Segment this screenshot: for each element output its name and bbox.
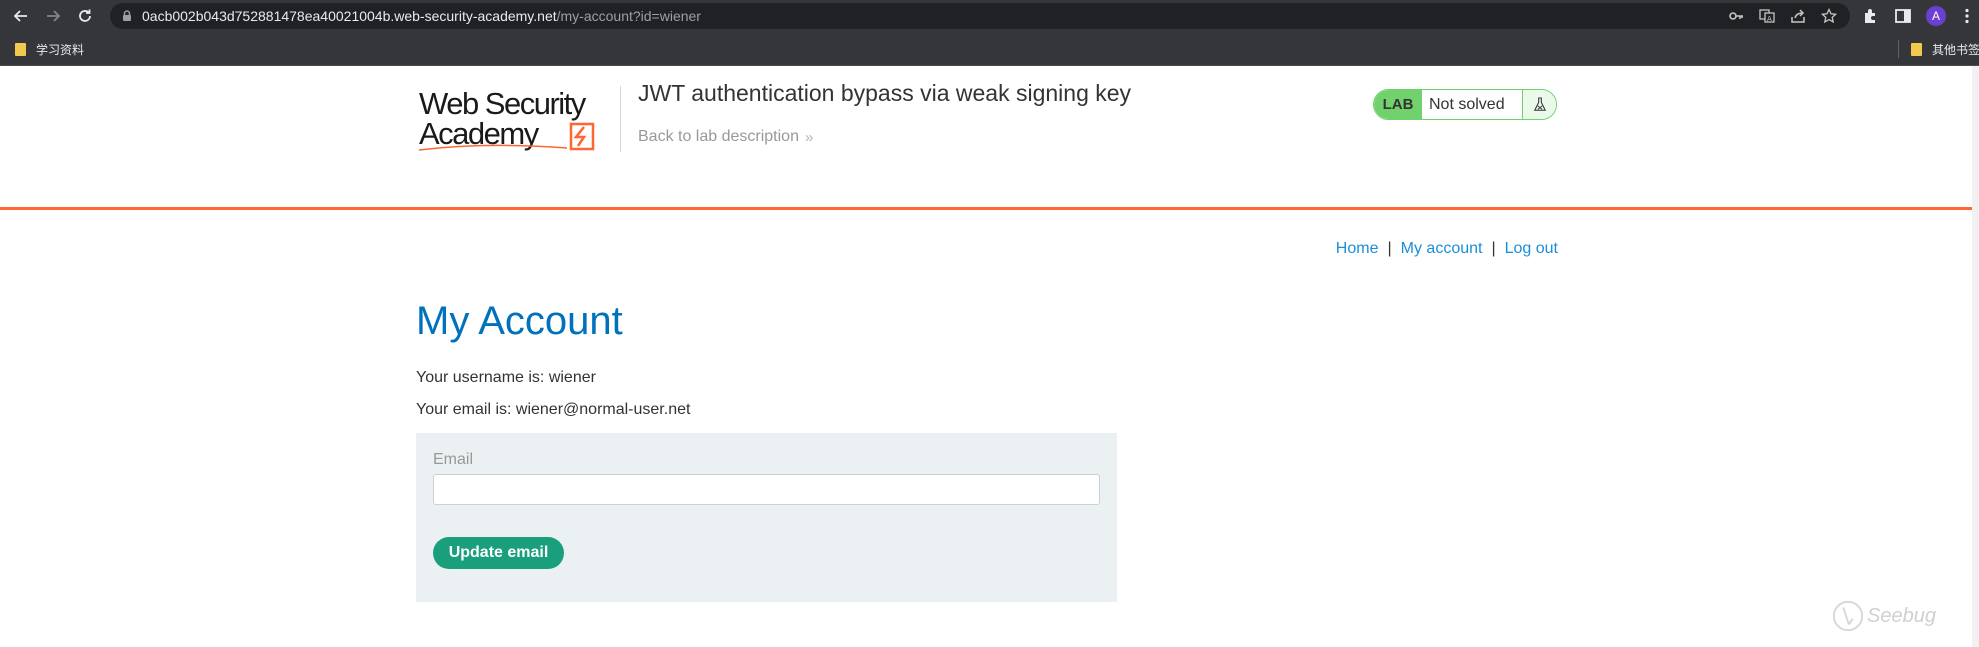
avatar-letter: A [1931,9,1940,23]
back-link-label: Back to lab description [638,128,799,145]
email-info: Your email is: wiener@normal-user.net [416,401,691,418]
key-icon[interactable] [1728,8,1744,24]
watermark-text: Seebug [1867,604,1936,627]
nav-home-link[interactable]: Home [1336,240,1379,257]
url-host: 0acb002b043d752881478ea40021004b.web-sec… [142,8,557,24]
side-panel-icon[interactable] [1894,7,1912,25]
url-path: /my-account?id=wiener [556,8,701,24]
bookmark-folder-other[interactable]: 其他书签 [1911,40,1979,58]
lock-icon[interactable] [120,9,134,23]
nav-separator: | [1387,240,1392,257]
svg-text:A: A [1767,15,1772,23]
menu-kebab-icon[interactable] [1958,7,1976,25]
seebug-logo-icon [1832,600,1864,632]
folder-icon [1911,42,1922,56]
profile-avatar[interactable]: A [1926,6,1946,26]
share-icon[interactable] [1790,8,1806,24]
email-field-label: Email [433,451,474,468]
address-bar[interactable]: 0acb002b043d752881478ea40021004b.web-sec… [110,3,1850,29]
lab-status-badge: LAB Not solved [1373,89,1557,120]
seebug-watermark: Seebug [1831,598,1936,634]
star-icon[interactable] [1820,7,1838,24]
header-divider [620,86,621,152]
page-scrollbar[interactable] [1972,66,1979,647]
top-navigation: Home | My account | Log out [1320,240,1558,258]
page-content: Web Security Academy JWT authentication … [0,66,1979,647]
lab-title: JWT authentication bypass via weak signi… [638,80,1132,106]
bookmark-divider [1898,40,1899,58]
forward-arrow-icon[interactable] [41,4,65,28]
nav-separator: | [1491,240,1496,257]
nav-log-out-link[interactable]: Log out [1505,240,1558,257]
bookmark-label: 其他书签 [1932,42,1979,57]
bookmarks-bar: 学习资料 其他书签 [0,32,1979,66]
bookmark-folder-study[interactable]: 学习资料 [15,40,84,58]
flask-icon [1522,90,1556,119]
folder-icon [15,42,26,56]
lab-header: Web Security Academy JWT authentication … [0,66,1979,210]
email-input[interactable] [433,474,1100,505]
nav-my-account-link[interactable]: My account [1401,240,1483,257]
reload-icon[interactable] [73,4,97,28]
double-chevron-right-icon: » [804,128,814,146]
change-email-form: Email Update email [416,433,1117,602]
url-text: 0acb002b043d752881478ea40021004b.web-sec… [142,7,701,25]
back-to-lab-description-link[interactable]: Back to lab description » [638,128,813,146]
back-arrow-icon[interactable] [9,4,33,28]
translate-icon[interactable]: A [1759,8,1775,24]
update-email-button[interactable]: Update email [433,537,564,569]
browser-toolbar: 0acb002b043d752881478ea40021004b.web-sec… [0,0,1979,32]
extensions-icon[interactable] [1862,7,1880,25]
page-title: My Account [416,299,623,343]
username-info: Your username is: wiener [416,369,596,386]
web-security-academy-logo[interactable]: Web Security Academy [417,84,617,154]
lab-status-text: Not solved [1429,95,1505,113]
bookmark-label: 学习资料 [36,42,85,57]
lab-tag: LAB [1374,90,1422,119]
